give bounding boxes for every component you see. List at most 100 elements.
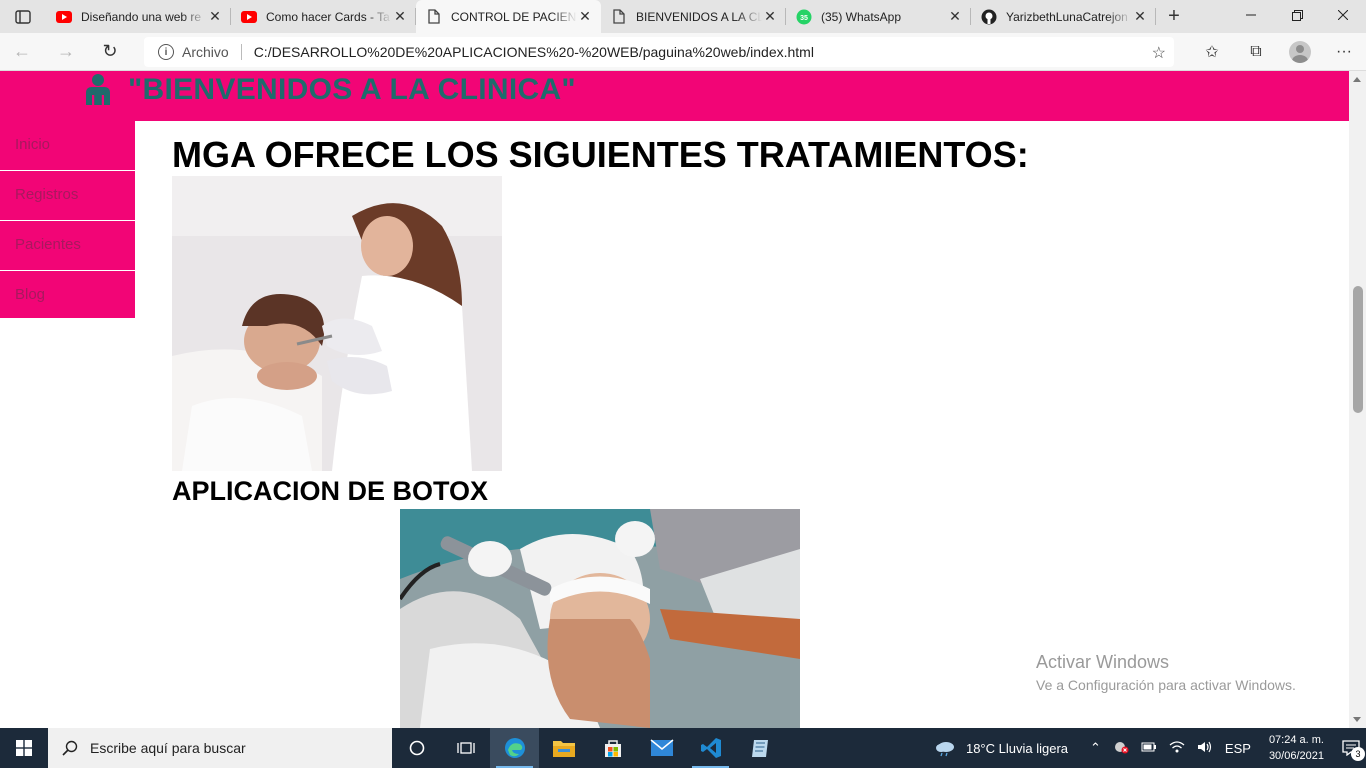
browser-tab[interactable]: Diseñando una web re ✕ [46, 0, 231, 33]
browser-tab-active[interactable]: CONTROL DE PACIENT ✕ [416, 0, 601, 33]
scheme-label: Archivo [182, 44, 242, 60]
scroll-up-icon[interactable] [1353, 77, 1361, 82]
new-tab-button[interactable]: + [1156, 0, 1192, 33]
browser-tab[interactable]: BIENVENIDOS A LA CL ✕ [601, 0, 786, 33]
forward-button[interactable]: → [44, 33, 88, 71]
tab-title: YarizbethLunaCatrejon [1006, 9, 1128, 24]
notification-count-badge: 3 [1351, 747, 1365, 761]
minimize-icon [1246, 14, 1256, 16]
whatsapp-icon: 35 [796, 9, 812, 25]
close-tab-icon[interactable]: ✕ [947, 8, 963, 25]
wifi-icon[interactable] [1169, 740, 1185, 757]
close-tab-icon[interactable]: ✕ [1132, 8, 1148, 25]
close-tab-icon[interactable]: ✕ [577, 8, 593, 25]
tab-actions-button[interactable] [0, 0, 46, 33]
chevron-up-icon[interactable]: ⌃ [1090, 740, 1101, 756]
taskbar-edge[interactable] [490, 728, 539, 768]
close-tab-icon[interactable]: ✕ [207, 8, 223, 25]
minimize-button[interactable] [1228, 0, 1274, 30]
arrow-right-icon: → [57, 41, 75, 61]
more-icon: ··· [1336, 43, 1352, 60]
cloud-rain-icon [935, 742, 954, 757]
taskbar-notes-app[interactable] [735, 728, 784, 768]
document-icon [611, 9, 627, 25]
scroll-down-icon[interactable] [1353, 717, 1361, 722]
profile-button[interactable] [1278, 33, 1322, 71]
youtube-icon [241, 9, 257, 25]
battery-icon[interactable] [1141, 741, 1157, 756]
user-icon [86, 74, 110, 105]
network-error-icon[interactable] [1113, 740, 1129, 757]
tab-actions-icon [15, 9, 31, 24]
clock-time: 07:24 a. m. [1268, 734, 1324, 746]
close-tab-icon[interactable]: ✕ [762, 8, 778, 25]
close-window-button[interactable] [1320, 0, 1366, 30]
close-tab-icon[interactable]: ✕ [392, 8, 408, 25]
taskbar-file-explorer[interactable] [539, 728, 588, 768]
weather-widget[interactable]: 18°C Lluvia ligera [934, 739, 1068, 757]
favorites-icon: ✩ [1205, 44, 1219, 61]
language-indicator[interactable]: ESP [1225, 741, 1251, 756]
action-center-button[interactable]: 3 [1336, 728, 1366, 768]
restore-button[interactable] [1274, 0, 1320, 30]
github-icon [981, 9, 997, 25]
url-text[interactable]: C:/DESARROLLO%20DE%20APLICACIONES%20-%20… [254, 44, 814, 60]
document-icon [426, 9, 442, 25]
window-controls [1228, 0, 1366, 33]
tab-title: Como hacer Cards - Ta [266, 9, 390, 24]
cortana-button[interactable] [392, 728, 441, 768]
scrollbar-thumb[interactable] [1353, 286, 1363, 413]
browser-right-tools: ✩ ⧉ ··· [1190, 33, 1366, 71]
vertical-scrollbar[interactable] [1349, 71, 1366, 728]
taskbar-mail[interactable] [637, 728, 686, 768]
search-icon [62, 740, 78, 756]
watermark-subtitle: Ve a Configuración para activar Windows. [1036, 677, 1296, 693]
volume-icon[interactable] [1197, 740, 1213, 757]
clock[interactable]: 07:24 a. m. 30/06/2021 [1269, 732, 1324, 764]
clock-date: 30/06/2021 [1268, 750, 1324, 762]
page-heading: MGA OFRECE LOS SIGUIENTES TRATAMIENTOS: [172, 134, 1029, 175]
windows-icon [16, 740, 32, 756]
side-navigation: Inicio Registros Pacientes Blog [0, 121, 135, 318]
nav-link-pacientes[interactable]: Pacientes [0, 221, 135, 271]
close-icon [1338, 10, 1348, 20]
search-placeholder: Escribe aquí para buscar [90, 740, 246, 756]
watermark-title: Activar Windows [1036, 652, 1170, 672]
refresh-icon: ↻ [102, 41, 118, 61]
browser-tab[interactable]: YarizbethLunaCatrejon ✕ [971, 0, 1156, 33]
folder-icon [552, 741, 575, 757]
tab-title: (35) WhatsApp [821, 9, 902, 24]
browser-tab[interactable]: Como hacer Cards - Ta ✕ [231, 0, 416, 33]
browser-tab[interactable]: 35 (35) WhatsApp ✕ [786, 0, 971, 33]
back-button[interactable]: ← [0, 33, 44, 71]
settings-menu-button[interactable]: ··· [1322, 33, 1366, 71]
favorites-button[interactable]: ✩ [1190, 33, 1234, 71]
browser-tab-strip: Diseñando una web re ✕ Como hacer Cards … [0, 0, 1366, 33]
cortana-icon [409, 740, 424, 756]
info-icon[interactable]: i [158, 44, 174, 60]
nav-link-blog[interactable]: Blog [0, 271, 135, 318]
collections-button[interactable]: ⧉ [1234, 33, 1278, 71]
refresh-button[interactable]: ↻ [88, 33, 132, 71]
browser-toolbar: ← → ↻ i Archivo C:/DESARROLLO%20DE%20APL… [0, 33, 1366, 71]
address-bar[interactable]: i Archivo C:/DESARROLLO%20DE%20APLICACIO… [144, 37, 1174, 67]
avatar [1289, 41, 1311, 63]
windows-taskbar: Escribe aquí para buscar 18°C Lluvia lig… [0, 728, 1366, 768]
nav-link-registros[interactable]: Registros [0, 171, 135, 221]
taskbar-vscode[interactable] [686, 728, 735, 768]
arrow-left-icon: ← [13, 41, 31, 61]
facial-treatment-image [400, 509, 800, 728]
taskbar-search[interactable]: Escribe aquí para buscar [48, 728, 392, 768]
tab-title: BIENVENIDOS A LA CL [636, 9, 762, 24]
task-view-button[interactable] [441, 728, 490, 768]
store-icon [604, 740, 621, 757]
whatsapp-badge: 35 [800, 15, 808, 22]
start-button[interactable] [0, 728, 48, 768]
site-title: "BIENVENIDOS A LA CLINICA" [128, 73, 576, 106]
add-favorite-icon[interactable]: ☆ [1152, 43, 1166, 63]
system-tray: 18°C Lluvia ligera ⌃ ESP 07:24 a. m. 30/… [934, 728, 1366, 768]
taskbar-store[interactable] [588, 728, 637, 768]
nav-link-inicio[interactable]: Inicio [0, 121, 135, 171]
vscode-icon [700, 738, 721, 758]
edge-icon [504, 738, 525, 758]
